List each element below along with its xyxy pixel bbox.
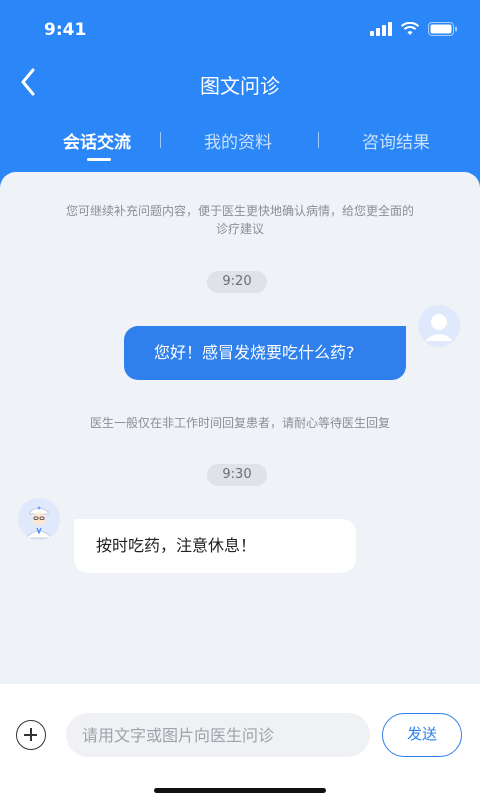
user-avatar-icon [418,305,460,347]
doctor-avatar[interactable] [18,498,60,540]
notice-middle: 医生一般仅在非工作时间回复患者，请耐心等待医生回复 [89,416,390,430]
tab-bar: 会话交流 我的资料 咨询结果 [0,128,480,164]
status-icons [370,22,458,36]
status-time: 9:41 [44,20,87,40]
send-button[interactable]: 发送 [382,713,462,757]
tab-my-info[interactable]: 我的资料 [204,128,272,153]
tab-consult-result[interactable]: 咨询结果 [362,128,430,153]
page-title: 图文问诊 [200,74,280,98]
user-avatar[interactable] [418,305,460,347]
message-input[interactable] [66,713,370,757]
battery-icon [428,22,457,36]
doctor-avatar-icon [18,498,60,540]
signal-icon [370,22,392,36]
chat-area[interactable]: 您可继续补充问题内容，便于医生更快地确认病情，给您更全面的 诊疗建议 9:20 … [0,172,480,684]
tab-divider [318,132,319,148]
status-bar: 9:41 [0,0,480,60]
doctor-message-bubble[interactable]: 按时吃药，注意休息！ [74,519,356,573]
header: 9:41 图文问诊 会话交流 我的资料 咨询结果 [0,0,480,200]
timestamp-pill: 9:20 [207,271,267,293]
add-attachment-button[interactable] [16,720,46,750]
notice-top-line2: 诊疗建议 [215,222,264,236]
tab-active-indicator [87,158,111,161]
home-indicator [154,788,326,793]
timestamp-pill: 9:30 [207,464,267,486]
notice-top-line1: 您可继续补充问题内容，便于医生更快地确认病情，给您更全面的 [65,204,414,218]
user-message-bubble[interactable]: 您好！感冒发烧要吃什么药? [124,326,406,380]
wifi-icon [400,22,420,35]
notice-top: 您可继续补充问题内容，便于医生更快地确认病情，给您更全面的 诊疗建议 [40,202,440,238]
tab-conversation[interactable]: 会话交流 [63,128,131,153]
tab-divider [160,132,161,148]
input-bar: 发送 [0,684,480,800]
